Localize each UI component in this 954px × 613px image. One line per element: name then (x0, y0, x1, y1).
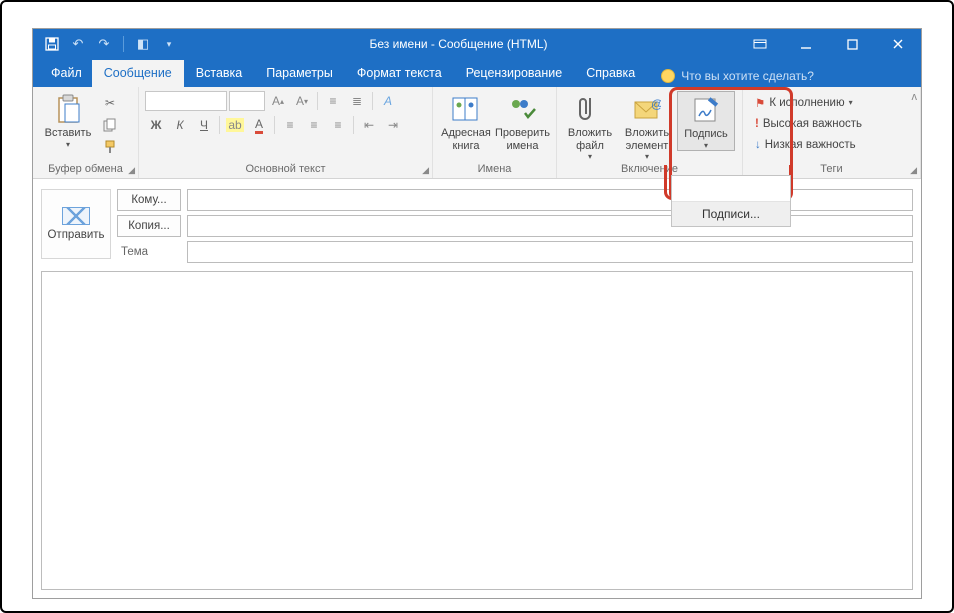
align-center-icon[interactable]: ≡ (303, 115, 325, 135)
chevron-down-icon: ▾ (588, 152, 592, 161)
numbering-icon[interactable]: ≣ (346, 91, 368, 111)
signature-label: Подпись (684, 128, 728, 141)
title-bar: ↶ ↷ ◧ ▾ Без имени - Сообщение (HTML) (33, 29, 921, 59)
low-importance-label: Низкая важность (765, 139, 856, 151)
cc-button[interactable]: Копия... (117, 215, 181, 237)
signature-icon (690, 94, 722, 126)
high-importance-button[interactable]: ! Высокая важность (753, 114, 877, 134)
touch-mode-icon[interactable]: ◧ (132, 33, 154, 55)
address-book-button[interactable]: Адресная книга (439, 91, 493, 152)
clear-formatting-icon[interactable]: A (377, 91, 399, 111)
chevron-down-icon: ▾ (66, 140, 70, 149)
tell-me-label: Что вы хотите сделать? (681, 69, 814, 83)
highlight-icon[interactable]: ab (224, 115, 246, 135)
check-names-label: Проверить имена (495, 127, 550, 152)
cc-input[interactable] (187, 215, 913, 237)
chevron-down-icon: ▾ (849, 98, 853, 107)
font-color-icon[interactable]: A (248, 115, 270, 135)
dialog-launcher-icon[interactable]: ◢ (422, 165, 429, 176)
attach-item-label: Вложить элемент (619, 127, 675, 152)
save-icon[interactable] (41, 33, 63, 55)
font-name-select[interactable] (145, 91, 227, 111)
address-book-label: Адресная книга (439, 127, 493, 152)
to-input[interactable] (187, 189, 913, 211)
bullets-icon[interactable]: ≡ (322, 91, 344, 111)
signatures-menu-item[interactable]: Подписи... (672, 202, 790, 226)
message-body[interactable] (41, 271, 913, 590)
increase-indent-icon[interactable]: ⇥ (382, 115, 404, 135)
tab-message[interactable]: Сообщение (92, 60, 184, 87)
flag-icon: ⚑ (755, 96, 765, 110)
low-importance-icon: ↓ (755, 139, 761, 151)
paperclip-icon (574, 93, 606, 125)
decrease-font-icon[interactable]: A▾ (291, 91, 313, 111)
italic-button[interactable]: К (169, 115, 191, 135)
tab-options[interactable]: Параметры (254, 60, 345, 87)
align-right-icon[interactable]: ≡ (327, 115, 349, 135)
undo-icon[interactable]: ↶ (67, 33, 89, 55)
names-group-label: Имена (433, 162, 556, 178)
paste-button[interactable]: Вставить ▾ (39, 91, 97, 149)
subject-input[interactable] (187, 241, 913, 263)
underline-button[interactable]: Ч (193, 115, 215, 135)
svg-text:@: @ (651, 97, 661, 111)
ribbon-display-icon[interactable] (737, 29, 783, 59)
address-book-icon (450, 93, 482, 125)
send-label: Отправить (47, 229, 104, 241)
bold-button[interactable]: Ж (145, 115, 167, 135)
quick-access-toolbar: ↶ ↷ ◧ ▾ (33, 33, 180, 55)
signature-empty-area (672, 176, 790, 202)
ribbon-tabs: Файл Сообщение Вставка Параметры Формат … (33, 59, 921, 87)
attach-file-button[interactable]: Вложить файл ▾ (563, 91, 617, 161)
clipboard-icon (52, 93, 84, 125)
check-names-icon (506, 93, 538, 125)
align-left-icon[interactable]: ≡ (279, 115, 301, 135)
ribbon: Вставить ▾ ✂ Буфер обмена◢ (33, 87, 921, 179)
decrease-indent-icon[interactable]: ⇤ (358, 115, 380, 135)
low-importance-button[interactable]: ↓ Низкая важность (753, 135, 877, 155)
signature-dropdown: Подписи... (671, 175, 791, 227)
paste-label: Вставить (45, 127, 92, 140)
bulb-icon (661, 69, 675, 83)
close-button[interactable] (875, 29, 921, 59)
attach-item-icon: @ (631, 93, 663, 125)
font-group-label: Основной текст◢ (139, 162, 432, 178)
attach-item-button[interactable]: @ Вложить элемент ▾ (619, 91, 675, 161)
tab-file[interactable]: Файл (41, 60, 92, 87)
increase-font-icon[interactable]: A▴ (267, 91, 289, 111)
send-button[interactable]: Отправить (41, 189, 111, 259)
window-title: Без имени - Сообщение (HTML) (180, 37, 737, 51)
signature-button[interactable]: Подпись ▾ (677, 91, 735, 151)
high-importance-icon: ! (755, 118, 759, 130)
tab-insert[interactable]: Вставка (184, 60, 254, 87)
chevron-down-icon: ▾ (704, 141, 708, 150)
to-button[interactable]: Кому... (117, 189, 181, 211)
qat-customize-icon[interactable]: ▾ (158, 33, 180, 55)
envelope-icon (62, 207, 90, 225)
redo-icon[interactable]: ↷ (93, 33, 115, 55)
tab-help[interactable]: Справка (574, 60, 647, 87)
subject-label: Тема (117, 246, 181, 258)
maximize-button[interactable] (829, 29, 875, 59)
format-painter-icon[interactable] (99, 137, 121, 157)
check-names-button[interactable]: Проверить имена (495, 91, 550, 152)
cut-icon[interactable]: ✂ (99, 93, 121, 113)
tab-format[interactable]: Формат текста (345, 60, 454, 87)
copy-icon[interactable] (99, 115, 121, 135)
dialog-launcher-icon[interactable]: ◢ (128, 165, 135, 176)
chevron-down-icon: ▾ (645, 152, 649, 161)
font-size-select[interactable] (229, 91, 265, 111)
collapse-ribbon-icon[interactable]: ʌ (912, 91, 918, 103)
follow-up-label: К исполнению (769, 97, 844, 109)
attach-file-label: Вложить файл (563, 127, 617, 152)
tab-review[interactable]: Рецензирование (454, 60, 575, 87)
clipboard-group-label: Буфер обмена◢ (33, 162, 138, 178)
dialog-launcher-icon[interactable]: ◢ (910, 165, 917, 176)
minimize-button[interactable] (783, 29, 829, 59)
follow-up-button[interactable]: ⚑ К исполнению ▾ (753, 93, 877, 113)
tell-me[interactable]: Что вы хотите сделать? (655, 65, 820, 87)
high-importance-label: Высокая важность (763, 118, 862, 130)
